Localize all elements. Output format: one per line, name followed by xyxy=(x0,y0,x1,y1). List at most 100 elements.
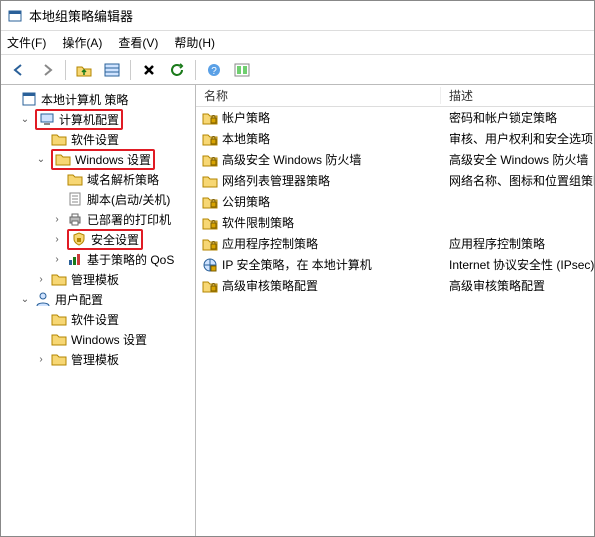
cell-desc: 应用程序控制策略 xyxy=(447,235,594,252)
column-desc[interactable]: 描述 xyxy=(441,87,594,104)
menu-action[interactable]: 操作(A) xyxy=(62,34,102,51)
toolbar-separator xyxy=(195,60,196,80)
back-button[interactable] xyxy=(7,58,31,82)
tree-node-label: 脚本(启动/关机) xyxy=(87,191,170,208)
item-name: 本地策略 xyxy=(222,130,270,147)
list-item[interactable]: 本地策略审核、用户权利和安全选项 xyxy=(196,128,594,149)
cell-desc: Internet 协议安全性 (IPsec) xyxy=(447,256,594,273)
list-pane: 名称 描述 帐户策略密码和帐户锁定策略本地策略审核、用户权利和安全选项高级安全 … xyxy=(196,85,594,536)
folder-lock-icon xyxy=(202,279,218,293)
chevron-right-icon[interactable]: › xyxy=(35,354,47,365)
security-icon xyxy=(71,231,87,247)
tree-node[interactable]: Windows 设置 xyxy=(3,329,193,349)
svg-text:?: ? xyxy=(211,66,217,77)
folder-lock-icon xyxy=(202,237,218,251)
printer-icon xyxy=(67,212,83,226)
tree-node-label: 软件设置 xyxy=(71,131,119,148)
chevron-right-icon[interactable]: › xyxy=(51,234,63,245)
cell-name: 公钥策略 xyxy=(202,193,447,210)
window-title: 本地组策略编辑器 xyxy=(29,6,133,25)
up-folder-button[interactable] xyxy=(72,58,96,82)
tree-node[interactable]: 域名解析策略 xyxy=(3,169,193,189)
tree-node[interactable]: › 管理模板 xyxy=(3,349,193,369)
list-view-button[interactable] xyxy=(100,58,124,82)
chevron-right-icon[interactable]: › xyxy=(51,254,63,265)
folder-icon xyxy=(202,174,218,188)
list-item[interactable]: 网络列表管理器策略 网络名称、图标和位置组策略 xyxy=(196,170,594,191)
tree-node[interactable]: ⌄ 用户配置 xyxy=(3,289,193,309)
chevron-down-icon[interactable]: ⌄ xyxy=(35,154,47,165)
chevron-right-icon[interactable]: › xyxy=(35,274,47,285)
item-name: 帐户策略 xyxy=(222,109,270,126)
policy-icon xyxy=(21,91,37,107)
toolbar: ? xyxy=(1,55,594,85)
chevron-right-icon[interactable]: › xyxy=(51,214,63,225)
tree-node[interactable]: › 已部署的打印机 xyxy=(3,209,193,229)
properties-button[interactable] xyxy=(230,58,254,82)
cell-name: 软件限制策略 xyxy=(202,214,447,231)
tree-node[interactable]: ⌄ 计算机配置 xyxy=(3,109,193,129)
menu-view[interactable]: 查看(V) xyxy=(118,34,158,51)
tree-node[interactable]: 软件设置 xyxy=(3,129,193,149)
folder-icon xyxy=(51,352,67,366)
cell-name: 高级安全 Windows 防火墙 xyxy=(202,151,447,168)
highlight-box: Windows 设置 xyxy=(51,149,155,170)
tree-node-label: 用户配置 xyxy=(55,291,103,308)
folder-icon xyxy=(51,312,67,326)
tree-node[interactable]: 软件设置 xyxy=(3,309,193,329)
tree-node-label: 管理模板 xyxy=(71,271,119,288)
item-name: 网络列表管理器策略 xyxy=(222,172,330,189)
help-button[interactable]: ? xyxy=(202,58,226,82)
list-item[interactable]: 高级安全 Windows 防火墙高级安全 Windows 防火墙 xyxy=(196,149,594,170)
item-name: 应用程序控制策略 xyxy=(222,235,318,252)
menu-help[interactable]: 帮助(H) xyxy=(174,34,215,51)
tree-node-label: 管理模板 xyxy=(71,351,119,368)
tree-node[interactable]: ⌄ Windows 设置 xyxy=(3,149,193,169)
tree-node-label: 计算机配置 xyxy=(59,111,119,128)
forward-button[interactable] xyxy=(35,58,59,82)
tree-node-label: 已部署的打印机 xyxy=(87,211,171,228)
folder-icon xyxy=(51,272,67,286)
refresh-button[interactable] xyxy=(165,58,189,82)
toolbar-separator xyxy=(130,60,131,80)
list-item[interactable]: IP 安全策略，在 本地计算机 Internet 协议安全性 (IPsec) xyxy=(196,254,594,275)
app-icon xyxy=(7,8,23,24)
delete-button[interactable] xyxy=(137,58,161,82)
folder-icon xyxy=(51,332,67,346)
list-item[interactable]: 公钥策略 xyxy=(196,191,594,212)
cell-desc: 密码和帐户锁定策略 xyxy=(447,109,594,126)
column-name[interactable]: 名称 xyxy=(196,87,441,104)
chevron-down-icon[interactable]: ⌄ xyxy=(19,114,31,125)
cell-name: 本地策略 xyxy=(202,130,447,147)
list-item[interactable]: 应用程序控制策略 应用程序控制策略 xyxy=(196,233,594,254)
tree-node[interactable]: › 管理模板 xyxy=(3,269,193,289)
folder-icon xyxy=(51,132,67,146)
menu-file[interactable]: 文件(F) xyxy=(7,34,46,51)
tree-node[interactable]: › 基于策略的 QoS xyxy=(3,249,193,269)
item-name: 软件限制策略 xyxy=(222,214,294,231)
list-item[interactable]: 帐户策略 密码和帐户锁定策略 xyxy=(196,107,594,128)
cell-desc: 高级审核策略配置 xyxy=(447,277,594,294)
folder-lock-icon xyxy=(202,132,218,146)
list-item[interactable]: 高级审核策略配置高级审核策略配置 xyxy=(196,275,594,296)
main-area: 本地计算机 策略 ⌄ 计算机配置软件设置 ⌄ Windows 设置域名解析策略脚本(启动… xyxy=(1,85,594,536)
list-item[interactable]: 软件限制策略 xyxy=(196,212,594,233)
tree-node[interactable]: › 安全设置 xyxy=(3,229,193,249)
tree-node-label: Windows 设置 xyxy=(75,151,151,168)
highlight-box: 安全设置 xyxy=(67,229,143,250)
tree-pane[interactable]: 本地计算机 策略 ⌄ 计算机配置软件设置 ⌄ Windows 设置域名解析策略脚本(启动… xyxy=(1,85,196,536)
cell-name: 应用程序控制策略 xyxy=(202,235,447,252)
tree-node-label: 软件设置 xyxy=(71,311,119,328)
item-name: IP 安全策略，在 本地计算机 xyxy=(222,256,372,273)
cell-desc: 网络名称、图标和位置组策略 xyxy=(447,172,594,189)
folder-lock-icon xyxy=(202,111,218,125)
highlight-box: 计算机配置 xyxy=(35,109,123,130)
tree-node[interactable]: 本地计算机 策略 xyxy=(3,89,193,109)
tree-node-label: 基于策略的 QoS xyxy=(87,251,174,268)
tree-node[interactable]: 脚本(启动/关机) xyxy=(3,189,193,209)
qos-icon xyxy=(67,252,83,266)
toolbar-separator xyxy=(65,60,66,80)
titlebar: 本地组策略编辑器 xyxy=(1,1,594,31)
cell-name: 网络列表管理器策略 xyxy=(202,172,447,189)
chevron-down-icon[interactable]: ⌄ xyxy=(19,294,31,305)
